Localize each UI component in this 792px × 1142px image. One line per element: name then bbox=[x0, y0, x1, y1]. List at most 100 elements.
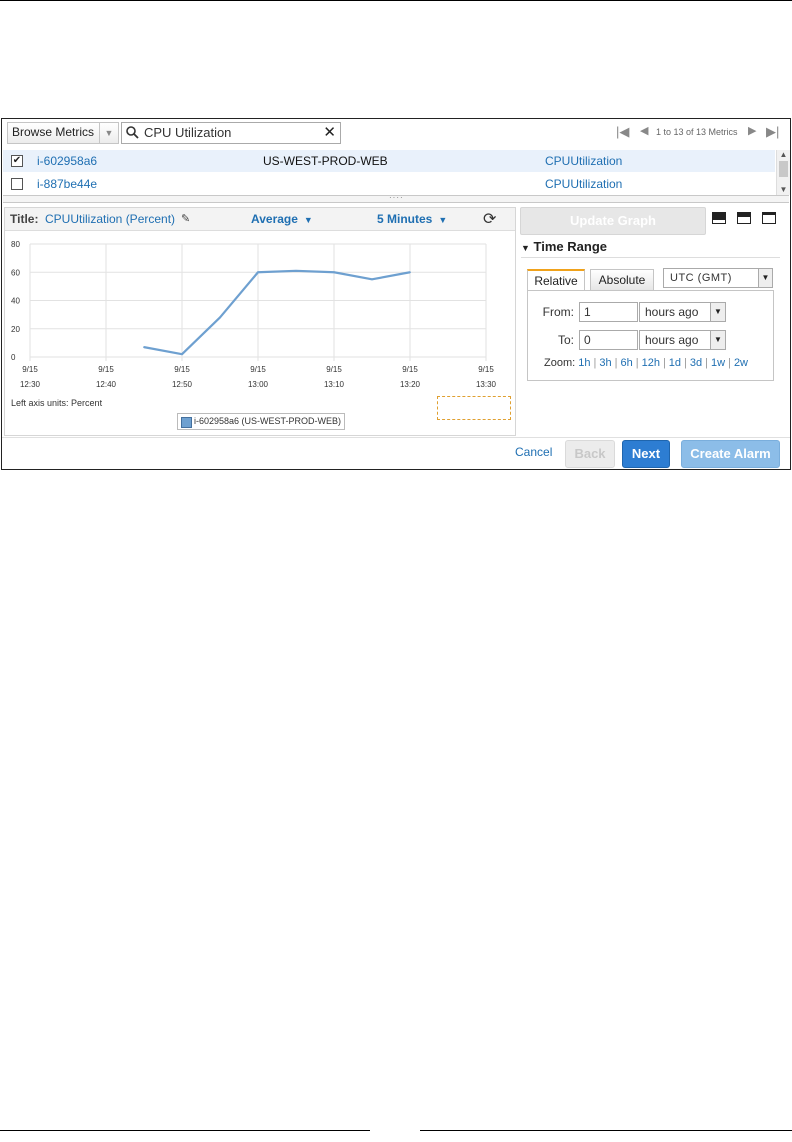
chevron-down-icon: ▼ bbox=[438, 215, 448, 225]
graph-header: Title: CPUUtilization (Percent) ✎ Averag… bbox=[5, 208, 515, 231]
footer-rule bbox=[2, 437, 790, 438]
table-row[interactable]: i-887be44e CPUUtilization bbox=[3, 173, 775, 195]
instance-name: US-WEST-PROD-WEB bbox=[263, 154, 388, 168]
units-label: Left axis units: bbox=[11, 398, 69, 408]
to-label: To: bbox=[557, 333, 574, 347]
scroll-up-icon[interactable]: ▲ bbox=[777, 150, 790, 160]
browse-metrics-label: Browse Metrics bbox=[12, 125, 95, 139]
x-tick-label: 12:30 bbox=[20, 380, 41, 389]
browse-metrics-dropdown[interactable]: Browse Metrics ▼ bbox=[7, 122, 119, 144]
update-graph-button[interactable]: Update Graph bbox=[520, 207, 706, 235]
x-tick-label: 13:30 bbox=[476, 380, 497, 389]
metrics-wizard-window: Browse Metrics ▼ CPU Utilization ✕ |◀ ◀ … bbox=[1, 118, 791, 470]
x-tick-label: 9/15 bbox=[478, 365, 494, 374]
scroll-down-icon[interactable]: ▼ bbox=[777, 185, 790, 195]
pager-text: 1 to 13 of 13 Metrics bbox=[656, 127, 738, 137]
data-point bbox=[295, 269, 297, 272]
refresh-icon[interactable]: ⟳ bbox=[483, 209, 496, 231]
to-unit-select[interactable]: hours ago ▼ bbox=[639, 330, 726, 350]
zoom-1w[interactable]: 1w bbox=[711, 357, 725, 369]
collapse-triangle-icon: ▼ bbox=[521, 243, 530, 253]
back-button[interactable]: Back bbox=[565, 440, 615, 468]
chevron-down-icon[interactable]: ▼ bbox=[99, 123, 118, 143]
pencil-icon[interactable]: ✎ bbox=[181, 208, 190, 230]
scroll-thumb[interactable] bbox=[779, 161, 788, 177]
table-scrollbar[interactable]: ▲ ▼ bbox=[776, 150, 790, 195]
from-unit-select[interactable]: hours ago ▼ bbox=[639, 302, 726, 322]
tab-absolute[interactable]: Absolute bbox=[590, 269, 654, 291]
x-tick-label: 9/15 bbox=[326, 365, 342, 374]
layout-large-icon[interactable] bbox=[762, 212, 776, 224]
relative-range-panel: From: 1 hours ago ▼ To: 0 hours ago ▼ Zo… bbox=[527, 290, 774, 381]
time-range-header[interactable]: ▼ Time Range bbox=[521, 239, 607, 254]
x-tick-label: 9/15 bbox=[98, 365, 114, 374]
search-input[interactable]: CPU Utilization ✕ bbox=[121, 122, 341, 144]
clear-search-icon[interactable]: ✕ bbox=[323, 124, 336, 142]
zoom-6h[interactable]: 6h bbox=[620, 357, 632, 369]
create-alarm-button[interactable]: Create Alarm bbox=[681, 440, 780, 468]
x-tick-label: 9/15 bbox=[174, 365, 190, 374]
zoom-3h[interactable]: 3h bbox=[599, 357, 611, 369]
zoom-1h[interactable]: 1h bbox=[578, 357, 590, 369]
metric-name-link[interactable]: CPUUtilization bbox=[545, 150, 622, 172]
chart-legend: i-602958a6 (US-WEST-PROD-WEB) bbox=[177, 413, 345, 430]
to-input[interactable]: 0 bbox=[579, 330, 638, 350]
timezone-select[interactable]: UTC (GMT) ▼ bbox=[663, 268, 773, 288]
data-point bbox=[257, 271, 259, 274]
page-bottom-rule bbox=[0, 1130, 370, 1131]
table-row[interactable]: ✔ i-602958a6 US-WEST-PROD-WEB CPUUtiliza… bbox=[3, 150, 775, 172]
search-icon bbox=[126, 126, 139, 139]
period-dropdown[interactable]: 5 Minutes ▼ bbox=[377, 208, 447, 231]
y-tick-label: 20 bbox=[11, 325, 20, 334]
x-tick-label: 9/15 bbox=[250, 365, 266, 374]
row-checkbox[interactable]: ✔ bbox=[11, 155, 23, 167]
y-tick-label: 40 bbox=[11, 297, 20, 306]
row-checkbox[interactable] bbox=[11, 178, 23, 190]
panel-resize-divider[interactable]: ···· bbox=[3, 193, 789, 203]
first-page-icon[interactable]: |◀ bbox=[616, 124, 629, 140]
x-tick-label: 13:00 bbox=[248, 380, 269, 389]
axis-units: Left axis units: Percent bbox=[11, 398, 102, 408]
data-point bbox=[333, 271, 335, 274]
data-point bbox=[181, 353, 183, 356]
selection-box bbox=[437, 396, 511, 420]
zoom-label: Zoom: bbox=[544, 357, 576, 369]
x-tick-label: 12:40 bbox=[96, 380, 117, 389]
from-input[interactable]: 1 bbox=[579, 302, 638, 322]
grip-icon: ···· bbox=[389, 193, 404, 202]
x-tick-label: 9/15 bbox=[402, 365, 418, 374]
layout-small-icon[interactable] bbox=[712, 212, 726, 224]
last-page-icon[interactable]: ▶| bbox=[766, 124, 779, 140]
x-tick-label: 13:10 bbox=[324, 380, 345, 389]
graph-title-value[interactable]: CPUUtilization (Percent) bbox=[45, 208, 175, 230]
zoom-3d[interactable]: 3d bbox=[690, 357, 702, 369]
tab-relative[interactable]: Relative bbox=[527, 269, 585, 292]
prev-page-icon[interactable]: ◀ bbox=[640, 124, 648, 137]
graph-title-label: Title: bbox=[10, 212, 39, 226]
layout-medium-icon[interactable] bbox=[737, 212, 751, 224]
x-tick-label: 13:20 bbox=[400, 380, 421, 389]
data-point bbox=[409, 271, 411, 274]
chevron-down-icon: ▼ bbox=[710, 331, 725, 349]
pagination: |◀ ◀ 1 to 13 of 13 Metrics ▶ ▶| bbox=[616, 124, 786, 142]
metrics-table: ✔ i-602958a6 US-WEST-PROD-WEB CPUUtiliza… bbox=[3, 150, 775, 193]
next-page-icon[interactable]: ▶ bbox=[748, 124, 756, 137]
zoom-1d[interactable]: 1d bbox=[669, 357, 681, 369]
instance-id-link[interactable]: i-887be44e bbox=[37, 173, 97, 195]
y-tick-label: 60 bbox=[11, 268, 20, 277]
search-value: CPU Utilization bbox=[144, 125, 232, 140]
cpu-chart: 0 20 40 60 80 9/15 12:30 9/15 12:40 9/15 12:50 9/15… bbox=[11, 240, 497, 389]
next-button[interactable]: Next bbox=[622, 440, 670, 468]
data-point bbox=[371, 278, 373, 281]
zoom-12h[interactable]: 12h bbox=[642, 357, 660, 369]
from-unit-value: hours ago bbox=[645, 305, 699, 319]
zoom-2w[interactable]: 2w bbox=[734, 357, 748, 369]
y-tick-label: 0 bbox=[11, 353, 16, 362]
cancel-link[interactable]: Cancel bbox=[515, 445, 552, 459]
x-tick-label: 12:50 bbox=[172, 380, 193, 389]
instance-id-link[interactable]: i-602958a6 bbox=[37, 150, 97, 172]
statistic-dropdown[interactable]: Average ▼ bbox=[251, 208, 313, 231]
zoom-controls: Zoom: 1h | 3h | 6h | 12h | 1d | 3d | 1w | 2w bbox=[544, 357, 748, 369]
to-unit-value: hours ago bbox=[645, 333, 699, 347]
metric-name-link[interactable]: CPUUtilization bbox=[545, 173, 622, 195]
